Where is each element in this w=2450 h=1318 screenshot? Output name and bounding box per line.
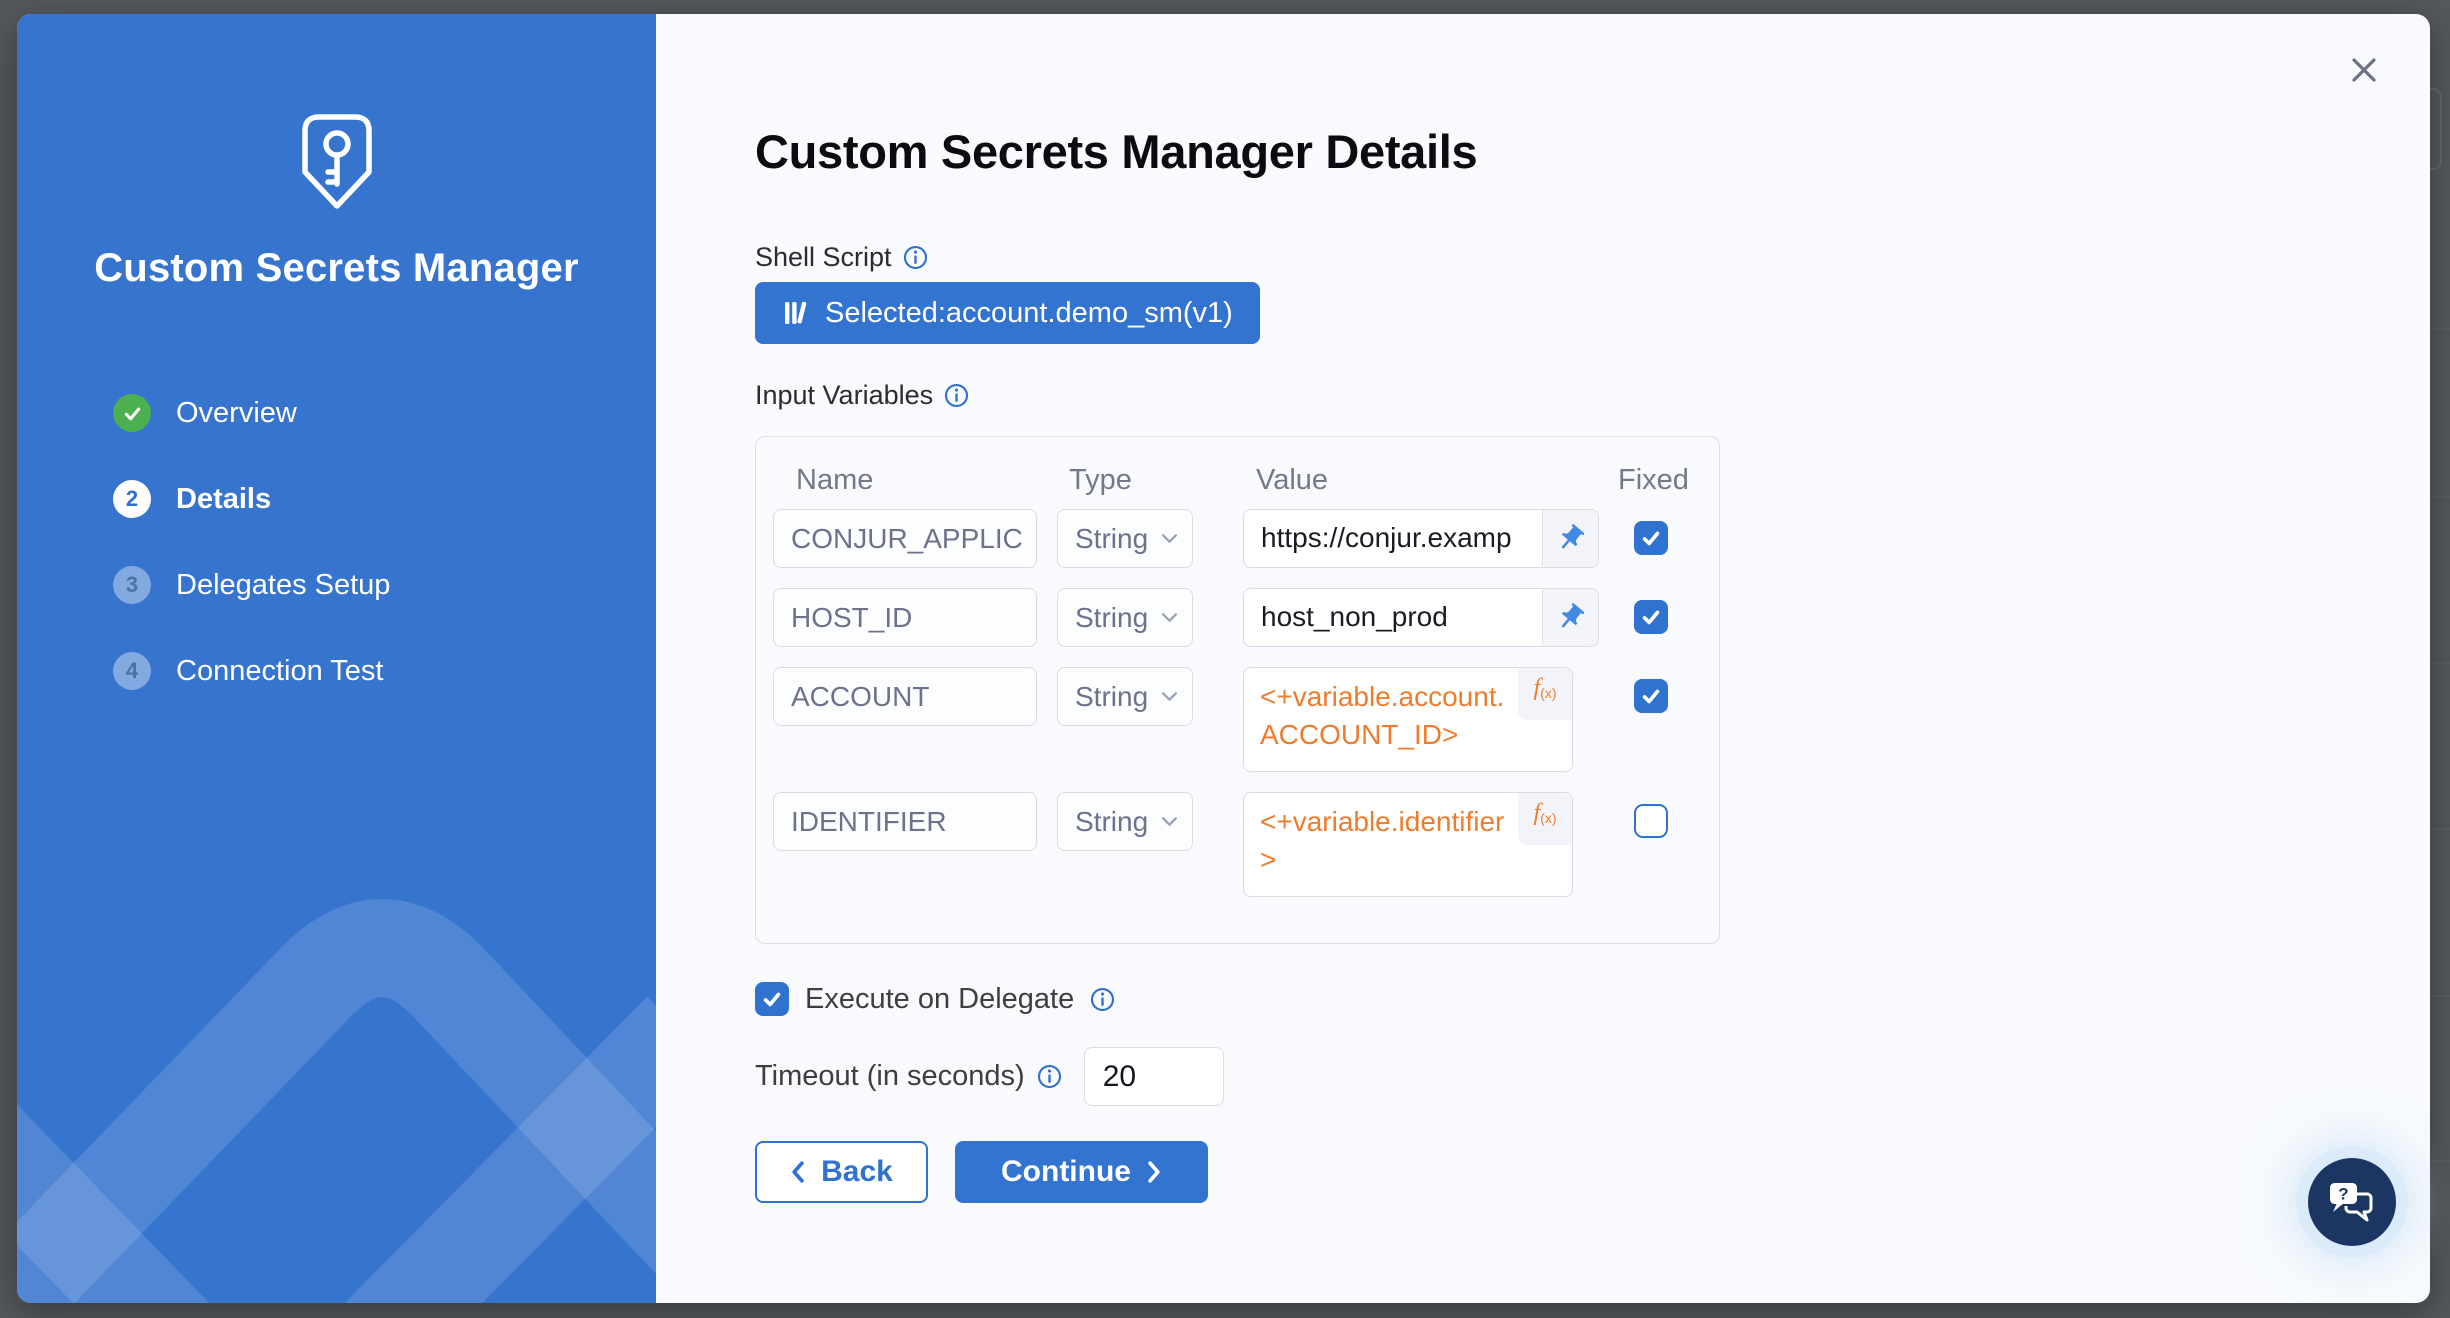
input-variables-table: Name Type Value Fixed CONJUR_APPLIC Stri… <box>755 436 1720 944</box>
check-icon <box>1640 685 1662 707</box>
pin-icon <box>1555 602 1586 633</box>
chevron-right-icon <box>1147 1161 1162 1183</box>
back-button-label: Back <box>821 1155 893 1189</box>
step-number: 3 <box>126 572 138 598</box>
step-number-circle: 3 <box>113 566 151 604</box>
step-number-circle: 4 <box>113 652 151 690</box>
continue-button-label: Continue <box>1001 1155 1131 1189</box>
svg-text:?: ? <box>2338 1185 2348 1204</box>
check-icon <box>122 403 143 424</box>
step-label: Details <box>176 483 271 516</box>
check-icon <box>1640 527 1662 549</box>
info-icon[interactable] <box>1090 987 1115 1012</box>
secrets-manager-logo <box>291 110 383 231</box>
column-header-type: Type <box>1069 464 1132 497</box>
continue-button[interactable]: Continue <box>955 1141 1208 1203</box>
step-label: Connection Test <box>176 655 383 688</box>
fixed-checkbox[interactable] <box>1634 600 1668 634</box>
shell-script-label: Shell Script <box>755 242 892 273</box>
sidebar-step-overview[interactable]: Overview <box>113 370 390 456</box>
variable-type-select[interactable]: String <box>1057 667 1193 726</box>
chevron-down-icon <box>1161 691 1178 702</box>
chevron-down-icon <box>1161 533 1178 544</box>
chevron-down-icon <box>1161 612 1178 623</box>
info-icon[interactable] <box>944 383 969 408</box>
variable-name-input[interactable]: CONJUR_APPLIC <box>773 509 1037 568</box>
wizard-title: Custom Secrets Manager <box>17 246 656 291</box>
column-header-fixed: Fixed <box>1618 464 1689 497</box>
library-icon <box>782 299 810 327</box>
timeout-row: Timeout (in seconds) <box>755 1047 1224 1106</box>
back-button[interactable]: Back <box>755 1141 928 1203</box>
variable-rows: CONJUR_APPLIC String https://conjur.exam… <box>773 509 1668 897</box>
check-icon <box>761 988 783 1010</box>
variable-name-input[interactable]: ACCOUNT <box>773 667 1037 726</box>
wizard-actions: Back Continue <box>755 1141 1208 1203</box>
variable-name-input[interactable]: HOST_ID <box>773 588 1037 647</box>
info-icon[interactable] <box>903 245 928 270</box>
chevron-left-icon <box>790 1161 805 1183</box>
fx-expression-icon[interactable]: f(x) <box>1518 793 1572 845</box>
variable-type-select[interactable]: String <box>1057 588 1193 647</box>
step-number: 4 <box>126 658 138 684</box>
screen: Custom Secrets Manager Overview 2 Details 3… <box>0 0 2450 1318</box>
info-icon[interactable] <box>1037 1064 1062 1089</box>
execute-on-delegate-checkbox[interactable] <box>755 982 789 1016</box>
shell-script-selected-button[interactable]: Selected:account.demo_sm(v1) <box>755 282 1260 344</box>
pin-icon <box>1555 523 1586 554</box>
variable-row: IDENTIFIER String <+variable.identifier>… <box>773 792 1668 897</box>
sidebar-step-details[interactable]: 2 Details <box>113 456 390 542</box>
variable-value-expression-input[interactable]: <+variable.identifier> f(x) <box>1243 792 1573 897</box>
variable-type-select[interactable]: String <box>1057 509 1193 568</box>
variable-value-expression-input[interactable]: <+variable.account.ACCOUNT_ID> f(x) <box>1243 667 1573 772</box>
variable-row: CONJUR_APPLIC String https://conjur.exam… <box>773 509 1668 568</box>
page-title: Custom Secrets Manager Details <box>755 124 1477 179</box>
input-variables-label: Input Variables <box>755 380 933 411</box>
fixed-checkbox[interactable] <box>1634 804 1668 838</box>
variable-value-input[interactable]: https://conjur.examp <box>1243 509 1599 568</box>
close-icon[interactable] <box>2344 50 2384 90</box>
step-label: Delegates Setup <box>176 569 390 602</box>
variable-row: HOST_ID String host_non_prod <box>773 588 1668 647</box>
variable-type-select[interactable]: String <box>1057 792 1193 851</box>
step-number-circle: 2 <box>113 480 151 518</box>
sidebar-watermark <box>17 839 656 1303</box>
fx-expression-icon[interactable]: f(x) <box>1518 668 1572 720</box>
input-variables-label-row: Input Variables <box>755 380 969 411</box>
column-header-name: Name <box>796 464 873 497</box>
execute-on-delegate-row: Execute on Delegate <box>755 982 1115 1016</box>
step-done-icon <box>113 394 151 432</box>
check-icon <box>1640 606 1662 628</box>
timeout-label: Timeout (in seconds) <box>755 1060 1025 1093</box>
wizard-steps: Overview 2 Details 3 Delegates Setup 4 Connect… <box>113 370 390 714</box>
shell-script-selected-label: Selected:account.demo_sm(v1) <box>825 297 1233 330</box>
variable-row: ACCOUNT String <+variable.account.ACCOUN… <box>773 667 1668 772</box>
timeout-input[interactable] <box>1084 1047 1224 1106</box>
help-chat-button[interactable]: ? <box>2308 1158 2396 1246</box>
fixed-checkbox[interactable] <box>1634 521 1668 555</box>
step-label: Overview <box>176 397 297 430</box>
sidebar-step-delegates-setup[interactable]: 3 Delegates Setup <box>113 542 390 628</box>
variable-name-input[interactable]: IDENTIFIER <box>773 792 1037 851</box>
step-number: 2 <box>126 486 138 512</box>
sidebar-step-connection-test[interactable]: 4 Connection Test <box>113 628 390 714</box>
execute-on-delegate-label: Execute on Delegate <box>805 983 1074 1016</box>
variable-value-input[interactable]: host_non_prod <box>1243 588 1599 647</box>
wizard-sidebar: Custom Secrets Manager Overview 2 Details 3… <box>17 14 656 1303</box>
secrets-manager-wizard-dialog: Custom Secrets Manager Overview 2 Details 3… <box>17 14 2430 1303</box>
shield-key-icon <box>291 110 383 226</box>
chevron-down-icon <box>1161 816 1178 827</box>
shell-script-label-row: Shell Script <box>755 242 928 273</box>
pin-toggle[interactable] <box>1542 589 1598 646</box>
fixed-checkbox[interactable] <box>1634 679 1668 713</box>
column-header-value: Value <box>1256 464 1328 497</box>
chat-question-icon: ? <box>2328 1181 2376 1223</box>
pin-toggle[interactable] <box>1542 510 1598 567</box>
